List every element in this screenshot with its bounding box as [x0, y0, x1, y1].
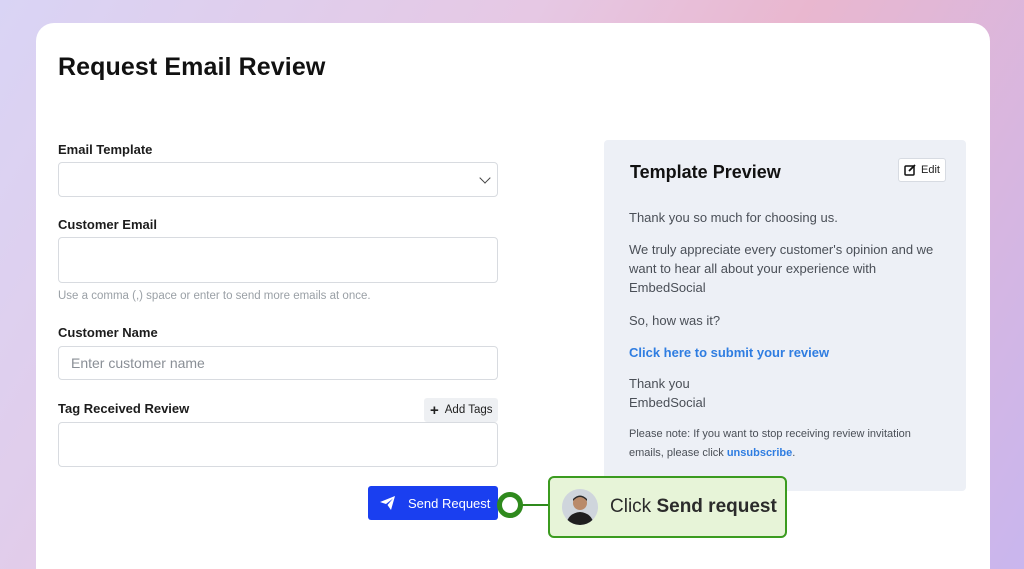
add-tags-label: Add Tags [444, 404, 493, 416]
submit-review-link[interactable]: Click here to submit your review [629, 343, 829, 362]
page-title: Request Email Review [58, 53, 326, 81]
preview-signoff-line-1: Thank you [629, 376, 690, 391]
callout-tooltip: Click Send request [548, 476, 787, 538]
callout-text: Click Send request [610, 496, 777, 518]
email-template-label: Email Template [58, 142, 153, 157]
customer-name-input[interactable] [59, 347, 497, 379]
preview-paragraph-2-line-2: want to hear all about your experience w… [629, 261, 877, 276]
preview-signoff-line-2: EmbedSocial [629, 395, 706, 410]
preview-signoff: Thank you EmbedSocial [629, 374, 706, 412]
callout-prefix: Click [610, 496, 652, 517]
preview-paragraph-2-line-1: We truly appreciate every customer's opi… [629, 242, 934, 257]
add-tags-button[interactable]: + Add Tags [424, 398, 498, 422]
preview-note-end: . [792, 447, 796, 459]
avatar [562, 489, 598, 525]
edit-icon [904, 164, 916, 176]
paper-plane-icon [380, 496, 395, 510]
edit-button[interactable]: Edit [898, 158, 946, 182]
preview-note-line-2: emails, please click [629, 447, 724, 459]
request-review-card: Request Email Review Email Template Cust… [36, 23, 990, 569]
preview-line-3: So, how was it? [629, 313, 721, 328]
preview-title: Template Preview [630, 162, 781, 182]
template-preview-panel: Template Preview Edit Thank you so much … [604, 140, 966, 491]
callout-connector [520, 504, 550, 506]
tags-input[interactable] [59, 423, 497, 466]
customer-name-field[interactable] [58, 346, 498, 380]
unsubscribe-link[interactable]: unsubscribe [727, 447, 792, 459]
email-template-select[interactable] [58, 162, 498, 197]
preview-note: Please note: If you want to stop receivi… [629, 425, 949, 463]
plus-icon: + [430, 401, 439, 419]
send-request-label: Send Request [408, 495, 491, 511]
callout-bold: Send request [656, 496, 777, 517]
customer-name-label: Customer Name [58, 325, 158, 340]
customer-email-hint: Use a comma (,) space or enter to send m… [58, 290, 371, 302]
preview-note-line-1: Please note: If you want to stop receivi… [629, 428, 911, 440]
chevron-down-icon [479, 172, 491, 184]
send-request-button[interactable]: Send Request [368, 486, 498, 520]
edit-label: Edit [921, 164, 940, 176]
tags-field[interactable] [58, 422, 498, 467]
customer-email-field[interactable] [58, 237, 498, 283]
preview-line-1: Thank you so much for choosing us. [629, 210, 838, 225]
preview-paragraph-2-line-3: EmbedSocial [629, 280, 706, 295]
tag-review-label: Tag Received Review [58, 401, 190, 416]
preview-paragraph-2: We truly appreciate every customer's opi… [629, 240, 933, 297]
callout-ring-marker [497, 492, 523, 518]
customer-email-input[interactable] [59, 238, 497, 282]
customer-email-label: Customer Email [58, 217, 157, 232]
